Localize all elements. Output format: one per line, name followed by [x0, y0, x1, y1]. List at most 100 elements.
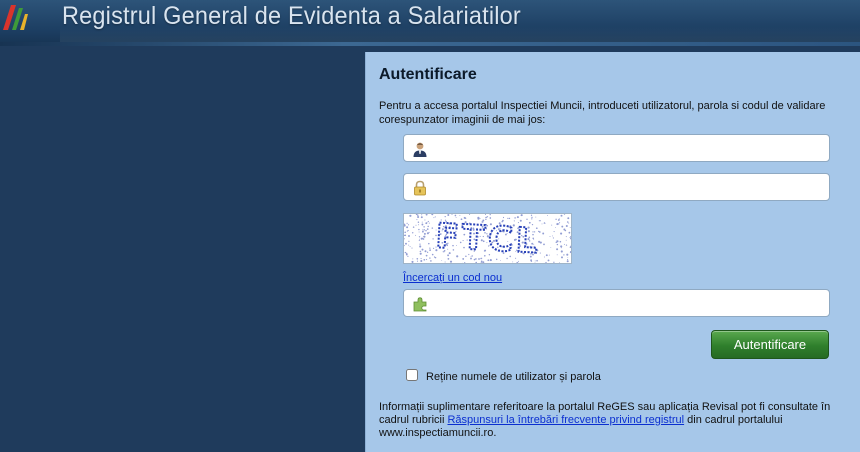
lock-icon	[414, 180, 426, 196]
captcha-noise-dot	[429, 249, 431, 251]
password-input[interactable]	[434, 174, 824, 200]
captcha-noise-dot	[418, 236, 421, 238]
remember-me-label: Reține numele de utilizator și parola	[426, 371, 601, 383]
captcha-text: FTCL	[435, 216, 542, 261]
captcha-noise-dot	[422, 230, 424, 233]
new-captcha-link[interactable]: Încercați un cod nou	[403, 272, 502, 284]
captcha-noise-dot	[566, 260, 569, 263]
captcha-noise-dot	[514, 217, 516, 219]
captcha-noise-dot	[556, 223, 559, 226]
captcha-noise-dot	[516, 216, 519, 219]
captcha-noise-dot	[569, 251, 571, 254]
captcha-noise-dot	[427, 220, 429, 223]
captcha-noise-dot	[552, 235, 553, 237]
captcha-noise-dot	[405, 242, 407, 245]
captcha-noise-dot	[425, 222, 428, 225]
captcha-noise-dot	[555, 218, 557, 220]
captcha-noise-dot	[489, 259, 492, 262]
login-title: Autentificare	[379, 66, 477, 83]
captcha-noise-dot	[406, 226, 409, 229]
captcha-noise-dot	[544, 222, 546, 224]
captcha-noise-dot	[550, 246, 552, 248]
captcha-noise-dot	[531, 216, 533, 219]
captcha-noise-dot	[421, 214, 423, 216]
captcha-noise-dot	[569, 246, 571, 249]
remember-me-checkbox[interactable]	[406, 369, 418, 381]
captcha-noise-dot	[542, 263, 544, 264]
captcha-noise-dot	[424, 219, 426, 221]
captcha-noise-dot	[409, 214, 412, 217]
captcha-noise-dot	[444, 261, 446, 263]
captcha-noise-dot	[405, 253, 408, 256]
username-field[interactable]	[403, 134, 830, 162]
captcha-noise-dot	[541, 223, 543, 225]
captcha-noise-dot	[480, 260, 483, 263]
captcha-noise-dot	[411, 260, 414, 263]
captcha-noise-dot	[530, 214, 533, 216]
captcha-noise-dot	[421, 221, 423, 223]
puzzle-icon	[413, 297, 427, 312]
captcha-noise: FTCL	[404, 214, 571, 264]
captcha-noise-dot	[420, 250, 422, 252]
login-button[interactable]: Autentificare	[711, 330, 829, 359]
captcha-noise-dot	[430, 260, 432, 262]
captcha-noise-dot	[432, 247, 435, 250]
captcha-noise-dot	[425, 214, 428, 216]
captcha-noise-dot	[543, 262, 545, 263]
captcha-noise-dot	[489, 214, 491, 216]
captcha-noise-dot	[565, 224, 568, 228]
captcha-noise-dot	[569, 237, 571, 239]
captcha-noise-dot	[419, 243, 421, 245]
captcha-noise-dot	[553, 261, 555, 263]
captcha-noise-dot	[406, 230, 408, 232]
app-header: Registrul General de Evidenta a Salariat…	[0, 0, 860, 42]
captcha-noise-dot	[415, 234, 417, 236]
user-icon	[413, 142, 427, 157]
captcha-noise-dot	[418, 224, 420, 226]
captcha-noise-dot	[462, 257, 465, 260]
captcha-noise-dot	[567, 257, 569, 258]
captcha-noise-dot	[485, 216, 487, 218]
captcha-noise-dot	[423, 232, 426, 235]
captcha-noise-dot	[415, 224, 417, 226]
captcha-noise-dot	[545, 254, 548, 257]
captcha-noise-dot	[412, 226, 415, 228]
captcha-noise-dot	[404, 245, 406, 247]
captcha-noise-dot	[418, 231, 420, 233]
captcha-noise-dot	[556, 243, 559, 246]
captcha-noise-dot	[404, 238, 405, 240]
captcha-noise-dot	[419, 252, 422, 255]
captcha-noise-dot	[428, 222, 430, 224]
captcha-noise-dot	[473, 258, 476, 261]
captcha-noise-dot	[426, 258, 428, 261]
captcha-noise-dot	[558, 223, 560, 225]
captcha-noise-dot	[407, 255, 409, 258]
captcha-code-input[interactable]	[434, 290, 824, 316]
captcha-noise-dot	[447, 258, 450, 260]
captcha-noise-dot	[418, 239, 420, 242]
username-input[interactable]	[434, 135, 824, 161]
captcha-noise-dot	[420, 258, 422, 260]
captcha-noise-dot	[454, 214, 457, 217]
captcha-noise-dot	[404, 231, 407, 234]
captcha-noise-dot	[565, 244, 568, 246]
captcha-image: FTCL	[403, 213, 572, 264]
captcha-noise-dot	[431, 214, 434, 216]
captcha-noise-dot	[404, 224, 406, 227]
captcha-noise-dot	[422, 238, 425, 240]
captcha-noise-dot	[508, 217, 511, 220]
captcha-noise-dot	[406, 222, 408, 224]
captcha-noise-dot	[426, 228, 429, 230]
captcha-noise-dot	[565, 239, 567, 241]
captcha-noise-dot	[404, 263, 405, 264]
captcha-noise-dot	[552, 237, 554, 239]
captcha-noise-dot	[431, 253, 434, 256]
captcha-noise-dot	[563, 254, 565, 256]
captcha-noise-dot	[563, 243, 565, 245]
password-field[interactable]	[403, 173, 830, 201]
captcha-noise-dot	[534, 262, 536, 263]
captcha-noise-dot	[411, 232, 414, 234]
captcha-code-field[interactable]	[403, 289, 830, 317]
faq-link[interactable]: Răspunsuri la întrebări frecvente privin…	[447, 414, 684, 426]
captcha-noise-dot	[416, 219, 418, 221]
